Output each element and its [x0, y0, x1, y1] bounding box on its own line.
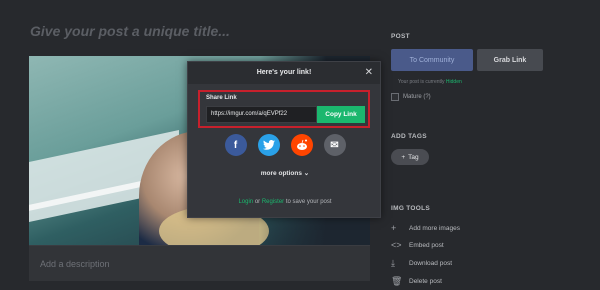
reddit-alien-glyph	[296, 139, 307, 150]
more-options-label: more options	[260, 170, 302, 177]
description-field[interactable]: Add a description	[29, 245, 370, 281]
chevron-down-icon: ⌄	[303, 170, 310, 177]
post-title-input[interactable]: Give your post a unique title...	[30, 23, 230, 39]
description-placeholder: Add a description	[40, 259, 110, 269]
mature-label: Mature (?)	[403, 94, 431, 100]
reddit-icon[interactable]	[290, 134, 313, 156]
tags-section-title: ADD TAGS	[391, 133, 427, 140]
more-options-toggle[interactable]: more options ⌄	[188, 169, 382, 177]
post-sidebar: POST To Community Grab Link Your post is…	[391, 0, 600, 290]
mature-option[interactable]: Mature (?)	[391, 93, 431, 101]
post-status-text: Your post is currently Hidden	[398, 79, 462, 85]
tool-label: Delete post	[409, 278, 442, 285]
login-prompt: Login or Register to save your post	[188, 199, 382, 205]
share-link-box: Share Link https://imgur.com/a/qEVPf22 C…	[198, 90, 370, 128]
tool-add-more-images[interactable]: + Add more images	[391, 223, 460, 233]
email-icon[interactable]: ✉	[323, 134, 346, 156]
to-community-button[interactable]: To Community	[391, 49, 473, 71]
status-prefix: Your post is currently	[398, 79, 445, 85]
grab-link-button[interactable]: Grab Link	[477, 49, 543, 71]
twitter-bird-glyph	[262, 140, 275, 150]
status-value: Hidden	[445, 79, 462, 85]
download-icon: ⤓	[391, 258, 395, 268]
twitter-icon[interactable]	[257, 134, 280, 156]
tool-label: Embed post	[409, 241, 444, 249]
share-link-label: Share Link	[206, 95, 237, 101]
trash-icon: 🗑	[391, 276, 403, 286]
tag-button-label: Tag	[408, 153, 419, 161]
register-link[interactable]: Register	[262, 199, 284, 205]
plus-icon: +	[401, 153, 406, 161]
modal-header: Here's your link! ✕	[188, 62, 380, 84]
modal-title: Here's your link!	[256, 69, 312, 76]
tool-label: Download post	[409, 260, 452, 267]
share-link-modal: Here's your link! ✕ Share Link https://i…	[187, 61, 381, 218]
mature-checkbox[interactable]	[391, 93, 399, 101]
post-section-title: POST	[391, 33, 410, 40]
close-icon[interactable]: ✕	[365, 62, 373, 84]
facebook-icon[interactable]: f	[224, 134, 247, 156]
plus-icon: +	[391, 223, 397, 233]
copy-link-button[interactable]: Copy Link	[317, 106, 365, 123]
tools-section-title: IMG TOOLS	[391, 205, 431, 212]
tool-embed-post[interactable]: <> Embed post	[391, 240, 444, 250]
login-link[interactable]: Login	[238, 199, 253, 205]
save-text: to save your post	[285, 199, 332, 205]
add-tag-button[interactable]: + Tag	[391, 149, 429, 165]
tool-download-post[interactable]: ⤓ Download post	[391, 258, 452, 269]
code-icon: <>	[391, 240, 402, 250]
share-url-field[interactable]: https://imgur.com/a/qEVPf22	[206, 106, 317, 123]
social-share-row: f ✉	[188, 134, 382, 156]
or-text: or	[254, 199, 261, 205]
tool-delete-post[interactable]: 🗑 Delete post	[391, 276, 442, 287]
tool-label: Add more images	[409, 224, 460, 232]
